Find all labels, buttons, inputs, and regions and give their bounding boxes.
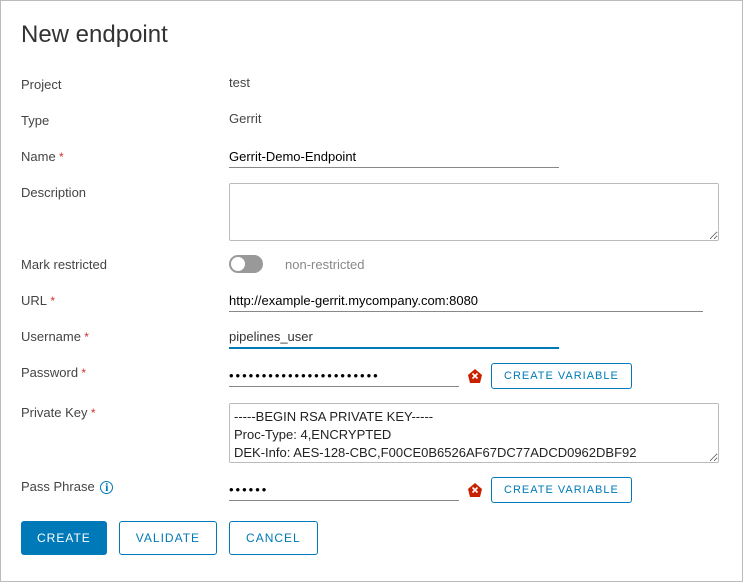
username-field[interactable] [229, 327, 559, 349]
validate-button[interactable]: VALIDATE [119, 521, 217, 555]
cancel-button[interactable]: CANCEL [229, 521, 318, 555]
password-field[interactable] [229, 366, 459, 387]
label-passphrase-text: Pass Phrase [21, 479, 95, 494]
create-button[interactable]: CREATE [21, 521, 107, 555]
create-variable-passphrase-button[interactable]: CREATE VARIABLE [491, 477, 632, 503]
label-username: Username [21, 327, 229, 344]
url-field[interactable] [229, 291, 703, 312]
row-passphrase: Pass Phrase i CREATE VARIABLE [21, 477, 722, 503]
passphrase-field[interactable] [229, 480, 459, 501]
label-password: Password [21, 363, 229, 380]
label-private-key: Private Key [21, 403, 229, 420]
row-username: Username [21, 327, 722, 349]
error-icon [467, 368, 483, 384]
label-type: Type [21, 111, 229, 128]
value-type: Gerrit [229, 111, 722, 126]
row-type: Type Gerrit [21, 111, 722, 133]
label-description: Description [21, 183, 229, 200]
row-url: URL [21, 291, 722, 313]
info-icon[interactable]: i [100, 481, 113, 494]
label-restricted: Mark restricted [21, 255, 229, 272]
row-project: Project test [21, 75, 722, 97]
row-description: Description [21, 183, 722, 241]
endpoint-form-panel: New endpoint Project test Type Gerrit Na… [0, 0, 743, 582]
page-title: New endpoint [21, 21, 722, 49]
footer-buttons: CREATE VALIDATE CANCEL [21, 521, 722, 555]
name-field[interactable] [229, 147, 559, 168]
label-project: Project [21, 75, 229, 92]
restricted-toggle[interactable] [229, 255, 263, 273]
row-password: Password CREATE VARIABLE [21, 363, 722, 389]
restricted-status: non-restricted [285, 257, 364, 272]
label-url: URL [21, 291, 229, 308]
description-field[interactable] [229, 183, 719, 241]
row-private-key: Private Key [21, 403, 722, 463]
create-variable-password-button[interactable]: CREATE VARIABLE [491, 363, 632, 389]
label-name: Name [21, 147, 229, 164]
value-project: test [229, 75, 722, 90]
row-name: Name [21, 147, 722, 169]
label-passphrase: Pass Phrase i [21, 477, 229, 494]
private-key-field[interactable] [229, 403, 719, 463]
row-restricted: Mark restricted non-restricted [21, 255, 722, 277]
error-icon [467, 482, 483, 498]
